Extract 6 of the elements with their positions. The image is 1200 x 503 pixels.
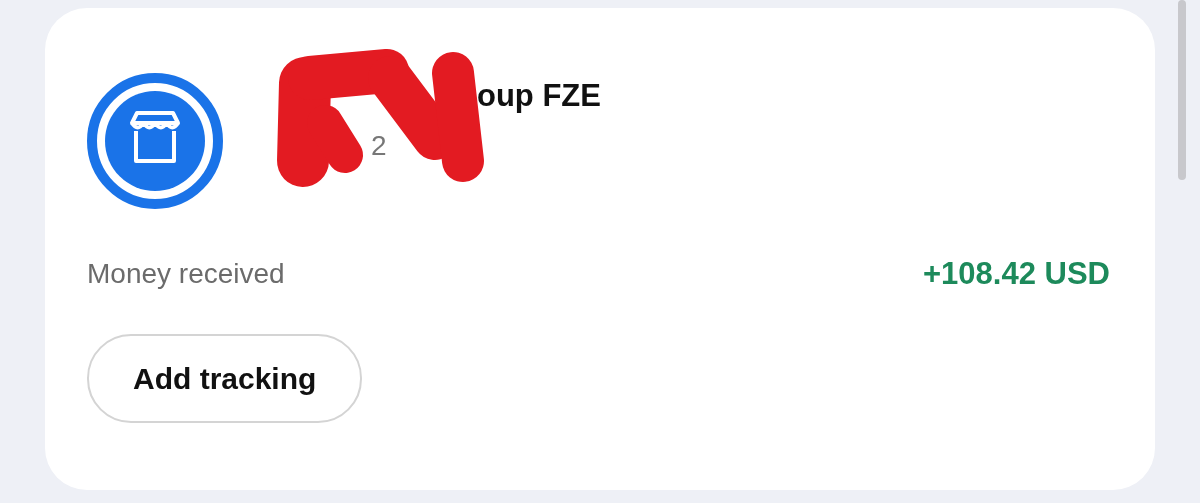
transaction-description: Money received	[87, 257, 285, 292]
transaction-subtitle: 2	[371, 129, 387, 163]
store-icon	[87, 73, 223, 209]
add-tracking-button[interactable]: Add tracking	[87, 333, 363, 423]
transaction-amount: +108.42 USD	[923, 255, 1110, 293]
merchant-name: oup FZE	[477, 77, 601, 115]
